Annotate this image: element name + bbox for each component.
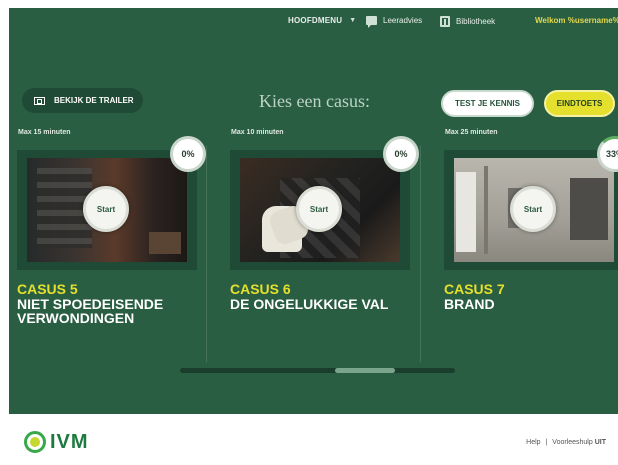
- progress-badge: 0%: [170, 136, 206, 172]
- ivm-logo: IVM: [24, 430, 89, 454]
- help-link[interactable]: Help: [526, 439, 540, 446]
- case-preview-pane: Start: [230, 150, 410, 270]
- logo-text: IVM: [50, 430, 89, 453]
- thumb-box: [149, 232, 181, 254]
- voorleeshulp-label: Voorleeshulp: [552, 439, 593, 446]
- case-number: CASUS 5: [17, 281, 78, 297]
- start-button[interactable]: Start: [510, 186, 556, 232]
- case-duration: Max 15 minuten: [18, 129, 71, 136]
- footer-separator: |: [545, 439, 548, 446]
- card-divider: [420, 146, 421, 362]
- progress-badge: 0%: [383, 136, 419, 172]
- case-number: CASUS 6: [230, 281, 291, 297]
- hoofdmenu-label: HOOFDMENU: [288, 16, 343, 25]
- case-duration: Max 10 minuten: [231, 129, 284, 136]
- case-preview-pane: Start: [444, 150, 618, 270]
- chat-icon: [366, 16, 377, 28]
- chevron-down-icon: ▼: [349, 17, 357, 24]
- case-thumbnail[interactable]: Start: [27, 158, 187, 262]
- welcome-user: Welkom %username%: [535, 16, 618, 25]
- hoofdmenu-menu[interactable]: HOOFDMENU ▼: [288, 16, 356, 25]
- case-number: CASUS 7: [444, 281, 505, 297]
- voorleeshulp-toggle[interactable]: UIT: [595, 439, 606, 446]
- book-icon: [440, 16, 450, 27]
- test-knowledge-button[interactable]: TEST JE KENNIS: [441, 90, 534, 117]
- leeradvies-label: Leeradvies: [383, 16, 423, 25]
- final-test-button[interactable]: EINDTOETS: [544, 90, 615, 117]
- horizontal-scrollbar[interactable]: [180, 368, 455, 373]
- case-title: NIET SPOEDEISENDE VERWONDINGEN: [17, 296, 164, 326]
- case-card-6[interactable]: Max 10 minuten Start 0% CASUS 6 DE ONGEL…: [230, 126, 430, 366]
- top-nav: HOOFDMENU ▼ Leeradvies Bibliotheek Welko…: [9, 8, 618, 36]
- case-title: DE ONGELUKKIGE VAL: [230, 296, 389, 312]
- start-button[interactable]: Start: [296, 186, 342, 232]
- case-card-7[interactable]: Max 25 minuten Start 33% CASUS 7 BRAND: [444, 126, 618, 366]
- page-title: Kies een casus:: [259, 91, 370, 111]
- footer: IVM Help | Voorleeshulp UIT: [0, 414, 618, 465]
- case-thumbnail[interactable]: Start: [454, 158, 614, 262]
- logo-dot: [30, 437, 40, 447]
- scrollbar-thumb[interactable]: [335, 368, 395, 373]
- bibliotheek-label: Bibliotheek: [456, 17, 496, 26]
- trailer-button[interactable]: BEKIJK DE TRAILER: [22, 88, 143, 113]
- leeradvies-link[interactable]: Leeradvies: [366, 16, 423, 28]
- trailer-label: BEKIJK DE TRAILER: [54, 96, 134, 105]
- case-duration: Max 25 minuten: [445, 129, 498, 136]
- thumb-panel: [570, 178, 608, 240]
- film-icon: [34, 96, 45, 105]
- card-divider: [206, 146, 207, 362]
- app-screen: HOOFDMENU ▼ Leeradvies Bibliotheek Welko…: [9, 8, 618, 414]
- start-button[interactable]: Start: [83, 186, 129, 232]
- logo-ring-icon: [24, 431, 46, 453]
- thumb-door: [456, 172, 476, 252]
- case-card-5[interactable]: Max 15 minuten Start 0% CASUS 5 NIET SPO…: [17, 126, 217, 366]
- case-preview-pane: Start: [17, 150, 197, 270]
- case-title: BRAND: [444, 296, 495, 312]
- case-thumbnail[interactable]: Start: [240, 158, 400, 262]
- bibliotheek-link[interactable]: Bibliotheek: [440, 16, 495, 27]
- thumb-pipe: [484, 166, 488, 254]
- footer-links: Help | Voorleeshulp UIT: [526, 439, 606, 446]
